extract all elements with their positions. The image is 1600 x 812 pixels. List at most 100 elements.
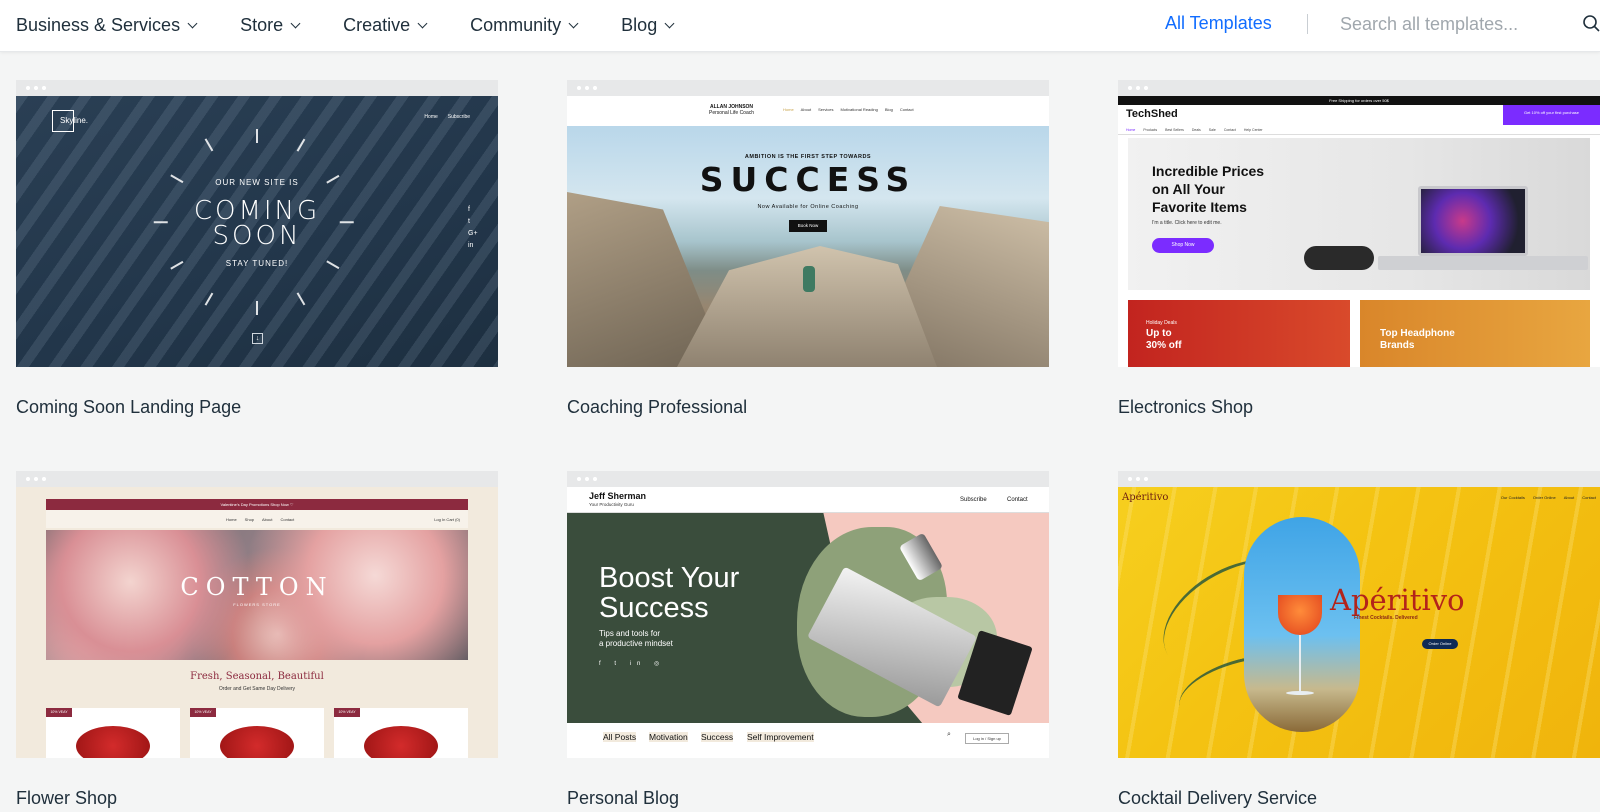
preview-subscribe: Subscribe bbox=[960, 497, 987, 503]
menu-label: Creative bbox=[343, 14, 411, 35]
footer-link: Motivation bbox=[649, 732, 688, 742]
preview-brand-sub: FLOWERS STORE bbox=[233, 602, 281, 607]
window-dots bbox=[577, 477, 597, 481]
template-preview[interactable]: ALLAN JOHNSON Personal Life Coach Home Ab… bbox=[567, 80, 1049, 367]
deal-headline: Up to 30% off bbox=[1146, 328, 1182, 351]
chevron-down-icon bbox=[417, 18, 428, 28]
template-title[interactable]: Coaching Professional bbox=[567, 397, 1049, 418]
window-dots bbox=[1128, 477, 1148, 481]
preview-nav: Home Shop About Contact bbox=[226, 517, 295, 522]
template-title[interactable]: Electronics Shop bbox=[1118, 397, 1600, 418]
browser-bar bbox=[567, 471, 1049, 487]
preview-logo: Skyline. bbox=[60, 116, 89, 125]
template-title[interactable]: Coming Soon Landing Page bbox=[16, 397, 498, 418]
category-menu: Business & Services Store Creative Commu… bbox=[16, 0, 675, 50]
chevron-down-icon bbox=[290, 18, 301, 28]
footer-link: Success bbox=[701, 732, 734, 742]
keyboard-image bbox=[1378, 256, 1588, 270]
browser-bar bbox=[16, 471, 498, 487]
preview-screen: Jeff Sherman Your Productivity Guru Subs… bbox=[567, 487, 1049, 758]
preview-headline: SUCCESS bbox=[699, 160, 917, 199]
search-icon: ⌕ bbox=[947, 731, 951, 738]
chevron-down-icon bbox=[664, 18, 675, 28]
preview-headline: Apéritivo bbox=[1330, 583, 1465, 617]
preview-screen: Apéritivo Our Cocktails Order Online About… bbox=[1118, 487, 1600, 758]
menu-blog[interactable]: Blog bbox=[621, 14, 675, 36]
twitter-icon: t bbox=[468, 218, 470, 225]
preview-brand: ALLAN JOHNSON Personal Life Coach bbox=[709, 104, 755, 116]
preview-nav: Home About Services Motivational Reading… bbox=[783, 107, 914, 112]
menu-business-services[interactable]: Business & Services bbox=[16, 14, 198, 36]
menu-label: Business & Services bbox=[16, 14, 181, 35]
window-dots bbox=[577, 86, 597, 90]
template-title[interactable]: Personal Blog bbox=[567, 788, 1049, 809]
preview-nav: Home Products Best Sellers Deals Sale Co… bbox=[1118, 125, 1600, 135]
preview-sub: Finest Cocktails. Delivered bbox=[1354, 615, 1418, 621]
footer-link: All Posts bbox=[603, 732, 637, 742]
browser-bar bbox=[1118, 80, 1600, 96]
preview-contact: Contact bbox=[1007, 497, 1028, 503]
search-input[interactable] bbox=[1340, 10, 1540, 38]
preview-screen: Free Shipping for orders over 50$ TechSh… bbox=[1118, 96, 1600, 367]
laptop-image bbox=[1418, 186, 1528, 256]
facebook-icon: f bbox=[468, 206, 470, 213]
menu-label: Store bbox=[240, 14, 284, 35]
product-tile: 10% VEAY bbox=[190, 708, 324, 758]
social-icons: f t in ◎ bbox=[599, 661, 666, 667]
template-card: Apéritivo Our Cocktails Order Online About… bbox=[1118, 471, 1600, 809]
template-preview[interactable]: Apéritivo Our Cocktails Order Online About… bbox=[1118, 471, 1600, 758]
template-preview[interactable]: Valentine's Day Promotions Shop Now ♡ Ho… bbox=[16, 471, 498, 758]
preview-promo: Valentine's Day Promotions Shop Now ♡ bbox=[46, 499, 468, 510]
preview-login: Log In Cart (0) bbox=[434, 517, 460, 522]
climber-figure bbox=[803, 266, 815, 292]
preview-button: Shop Now bbox=[1152, 238, 1214, 253]
template-card: ALLAN JOHNSON Personal Life Coach Home Ab… bbox=[567, 80, 1049, 418]
preview-sub: I'm a title. Click here to edit me. bbox=[1152, 220, 1222, 226]
chevron-down-icon bbox=[568, 18, 579, 28]
menu-creative[interactable]: Creative bbox=[343, 14, 428, 36]
top-navigation: Business & Services Store Creative Commu… bbox=[0, 0, 1600, 52]
preview-brand: TechShed bbox=[1126, 108, 1178, 120]
menu-label: Blog bbox=[621, 14, 658, 35]
preview-sub: Order and Get Same Day Delivery bbox=[218, 686, 296, 692]
preview-sub: Now Available for Online Coaching bbox=[757, 204, 859, 210]
preview-tagline: Fresh, Seasonal, Beautiful bbox=[190, 671, 324, 682]
preview-brand: Jeff Sherman bbox=[589, 491, 647, 501]
preview-headline: Boost Your Success bbox=[599, 562, 740, 624]
preview-sub: Tips and tools for a productive mindset bbox=[599, 629, 673, 648]
deal-label: Holiday Deals bbox=[1146, 320, 1177, 326]
preview-screen: Valentine's Day Promotions Shop Now ♡ Ho… bbox=[16, 487, 498, 758]
window-dots bbox=[26, 477, 46, 481]
preview-cta: Get 10% off your first purchase bbox=[1503, 105, 1600, 125]
template-card: Skyline. Home Subscribe OUR NEW SITE IS C… bbox=[16, 80, 498, 418]
menu-community[interactable]: Community bbox=[470, 14, 579, 36]
preview-nav: Home Subscribe bbox=[424, 114, 470, 120]
all-templates-link[interactable]: All Templates bbox=[1165, 13, 1272, 34]
preview-button: Order Online bbox=[1422, 639, 1458, 649]
preview-brand: Apéritivo bbox=[1122, 492, 1169, 503]
instagram-icon: in bbox=[468, 242, 474, 249]
preview-nav: Our Cocktails Order Online About Contact bbox=[1500, 495, 1596, 500]
preview-screen: ALLAN JOHNSON Personal Life Coach Home Ab… bbox=[567, 96, 1049, 367]
search-icon[interactable] bbox=[1582, 14, 1600, 34]
template-preview[interactable]: Jeff Sherman Your Productivity Guru Subs… bbox=[567, 471, 1049, 758]
google-plus-icon: G+ bbox=[468, 230, 478, 237]
template-card: Jeff Sherman Your Productivity Guru Subs… bbox=[567, 471, 1049, 809]
menu-label: Community bbox=[470, 14, 562, 35]
window-dots bbox=[26, 86, 46, 90]
preview-headline: Incredible Prices on All Your Favorite I… bbox=[1152, 163, 1265, 215]
template-title[interactable]: Flower Shop bbox=[16, 788, 498, 809]
template-card: Valentine's Day Promotions Shop Now ♡ Ho… bbox=[16, 471, 498, 809]
preview-promo: Free Shipping for orders over 50$ bbox=[1118, 96, 1600, 105]
divider bbox=[1307, 14, 1308, 34]
deal-headline: Top Headphone Brands bbox=[1380, 328, 1455, 351]
menu-store[interactable]: Store bbox=[240, 14, 301, 36]
preview-tagline: STAY TUNED! bbox=[225, 259, 289, 268]
preview-eyebrow: OUR NEW SITE IS bbox=[215, 178, 299, 187]
preview-headline-2: SOON bbox=[212, 221, 302, 251]
browser-bar bbox=[16, 80, 498, 96]
template-title[interactable]: Cocktail Delivery Service bbox=[1118, 788, 1600, 809]
template-preview[interactable]: Skyline. Home Subscribe OUR NEW SITE IS C… bbox=[16, 80, 498, 367]
footer-link: Self Improvement bbox=[747, 732, 814, 742]
template-preview[interactable]: Free Shipping for orders over 50$ TechSh… bbox=[1118, 80, 1600, 367]
